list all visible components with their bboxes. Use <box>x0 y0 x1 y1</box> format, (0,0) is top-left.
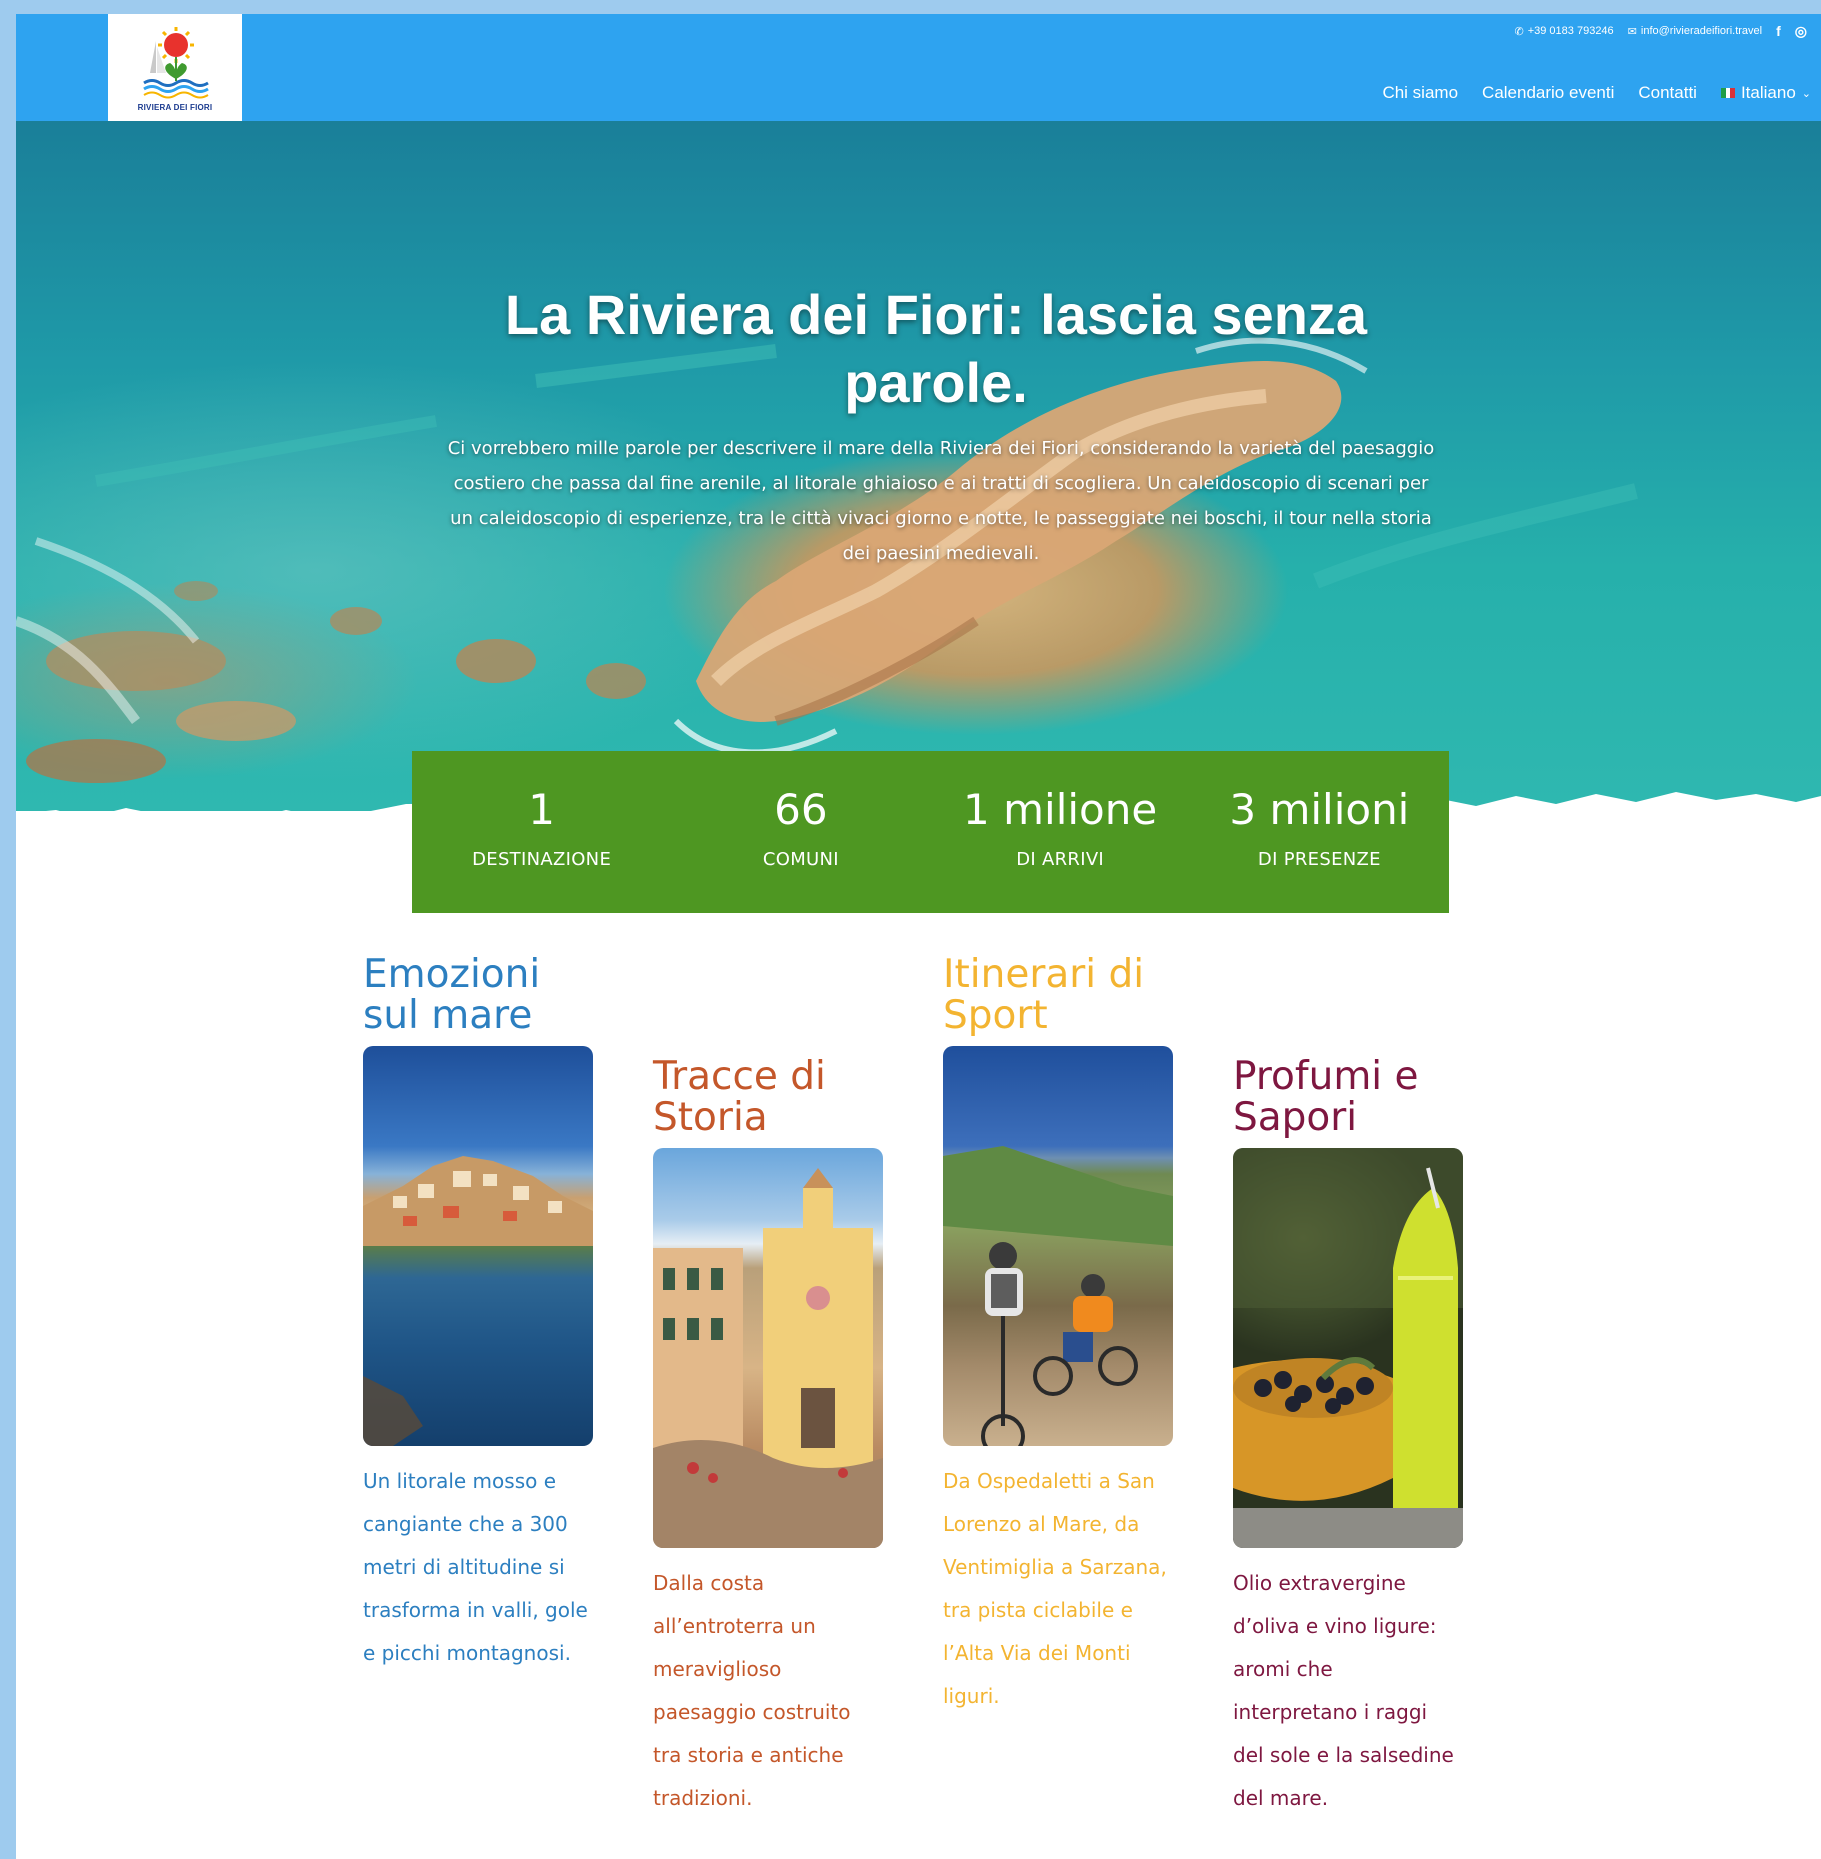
stat-destinazione: 1 DESTINAZIONE <box>412 751 671 913</box>
instagram-icon[interactable]: ◎ <box>1795 23 1807 40</box>
hero-title: La Riviera dei Fiori: lascia senza parol… <box>504 283 1368 414</box>
card-description: Dalla costa all’entroterra un meraviglio… <box>653 1571 851 1810</box>
language-selector[interactable]: Italiano ⌄ <box>1720 83 1811 103</box>
card-description: Un litorale mosso e cangiante che a 300 … <box>363 1469 588 1665</box>
card-title: Tracce di Storia <box>653 1054 826 1140</box>
card-description: Da Ospedaletti a San Lorenzo al Mare, da… <box>943 1469 1167 1708</box>
phone-number: +39 0183 793246 <box>1527 25 1614 37</box>
email-icon: ✉ <box>1627 25 1637 38</box>
logo-flower-icon <box>143 27 209 99</box>
page: RIVIERA DEI FIORI ✆ +39 0183 793246 ✉ in… <box>16 14 1821 1859</box>
card-title: Emozioni sul mare <box>363 952 541 1038</box>
stat-label: DI ARRIVI <box>1016 849 1105 870</box>
stat-label: COMUNI <box>762 849 839 870</box>
card-itinerari-di-sport[interactable]: Itinerari di Sport Da Ospedaletti a San … <box>943 954 1173 1718</box>
card-title: Itinerari di Sport <box>943 952 1145 1038</box>
village-illustration <box>363 1156 593 1446</box>
italian-flag-icon <box>1720 88 1735 98</box>
phone-link[interactable]: ✆ +39 0183 793246 <box>1515 25 1614 38</box>
language-label: Italiano <box>1740 83 1796 102</box>
stat-arrivi: 1 milione DI ARRIVI <box>931 751 1190 913</box>
facebook-icon[interactable]: f <box>1776 23 1781 39</box>
logo-text: RIVIERA DEI FIORI <box>137 103 213 112</box>
phone-icon: ✆ <box>1514 25 1524 38</box>
church-illustration <box>653 1168 883 1548</box>
card-description: Olio extravergine d’oliva e vino ligure:… <box>1233 1571 1454 1810</box>
stat-label: DI PRESENZE <box>1257 849 1381 870</box>
mountain-bikers-photo[interactable] <box>943 1046 1173 1446</box>
stat-number: 3 milioni <box>1229 785 1410 834</box>
olives-illustration <box>1233 1148 1463 1548</box>
card-title: Profumi e Sapori <box>1233 1054 1419 1140</box>
historic-church-photo[interactable] <box>653 1148 883 1548</box>
card-tracce-di-storia[interactable]: Tracce di Storia Dalla costa all’entrote… <box>653 1056 883 1820</box>
stat-presenze: 3 milioni DI PRESENZE <box>1190 751 1449 913</box>
main-nav: Chi siamo Calendario eventi Contatti Ita… <box>1382 80 1811 106</box>
nav-chi-siamo[interactable]: Chi siamo <box>1382 83 1458 103</box>
nav-contatti[interactable]: Contatti <box>1638 83 1697 103</box>
stat-number: 1 <box>528 785 555 834</box>
olives-and-oil-photo[interactable] <box>1233 1148 1463 1548</box>
card-profumi-e-sapori[interactable]: Profumi e Sapori Olio extravergine d’oli… <box>1233 1056 1463 1820</box>
hero-description: Ci vorrebbero mille parole per descriver… <box>447 438 1435 564</box>
email-link[interactable]: ✉ info@rivieradeifiori.travel <box>1628 25 1762 38</box>
site-logo[interactable]: RIVIERA DEI FIORI <box>108 14 242 121</box>
stat-number: 1 milione <box>963 785 1158 834</box>
site-header: RIVIERA DEI FIORI ✆ +39 0183 793246 ✉ in… <box>16 14 1821 121</box>
email-address: info@rivieradeifiori.travel <box>1640 25 1763 37</box>
coastal-village-photo[interactable] <box>363 1046 593 1446</box>
nav-calendario-eventi[interactable]: Calendario eventi <box>1482 83 1614 103</box>
stat-number: 66 <box>774 785 828 834</box>
stat-comuni: 66 COMUNI <box>671 751 930 913</box>
card-emozioni-sul-mare[interactable]: Emozioni sul mare Un litorale mosso e ca… <box>363 954 593 1675</box>
stats-banner: 1 DESTINAZIONE 66 COMUNI 1 milione DI AR… <box>412 751 1449 913</box>
stat-label: DESTINAZIONE <box>472 849 612 870</box>
hero-section: La Riviera dei Fiori: lascia senza parol… <box>16 121 1821 811</box>
chevron-down-icon: ⌄ <box>1801 87 1811 100</box>
bikers-illustration <box>943 1146 1173 1446</box>
contact-bar: ✆ +39 0183 793246 ✉ info@rivieradeifiori… <box>1515 21 1808 41</box>
